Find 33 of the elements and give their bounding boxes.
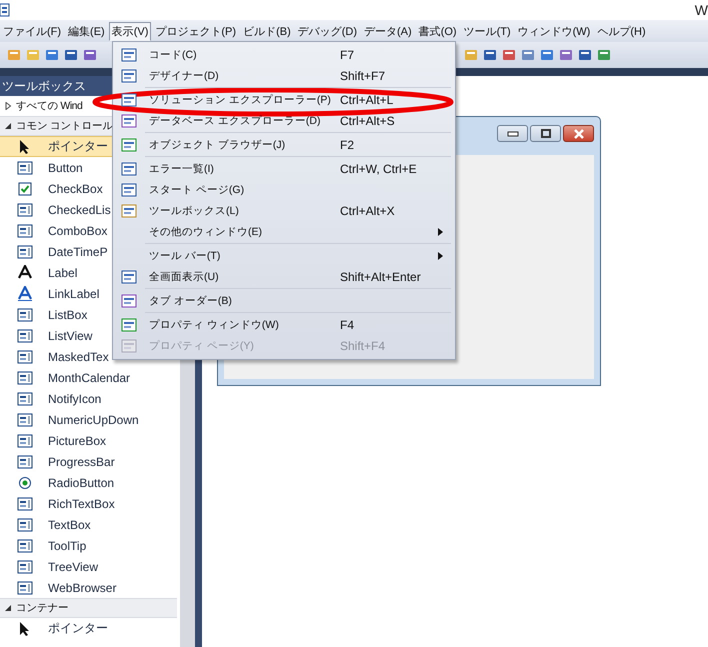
- menu-item[interactable]: エラー一覧(I) Ctrl+W, Ctrl+E: [115, 158, 453, 179]
- menu-bar-item[interactable]: データ(A): [361, 22, 415, 40]
- menu-item[interactable]: 全画面表示(U) Shift+Alt+Enter: [115, 266, 453, 287]
- toolbox-item[interactable]: TreeView: [0, 556, 180, 577]
- menu-bar-item[interactable]: ウィンドウ(W): [514, 22, 594, 40]
- menu-item[interactable]: スタート ページ(G): [115, 179, 453, 200]
- menu-bar-item[interactable]: プロジェクト(P): [152, 22, 240, 40]
- menu-item[interactable]: ツールボックス(L) Ctrl+Alt+X: [115, 200, 453, 221]
- toolbox-item[interactable]: NotifyIcon: [0, 388, 180, 409]
- toolbox-item[interactable]: WebBrowser: [0, 577, 180, 598]
- toolbox-group[interactable]: コンテナー: [0, 598, 177, 618]
- toolbox-item[interactable]: TextBox: [0, 514, 180, 535]
- toolbox-item[interactable]: ToolTip: [0, 535, 180, 556]
- menu-item[interactable]: タブ オーダー(B): [115, 290, 453, 311]
- toolbox-item[interactable]: ポインター: [0, 618, 180, 639]
- menu-bar-item[interactable]: 表示(V): [108, 22, 152, 40]
- toolbox-item[interactable]: RadioButton: [0, 472, 180, 493]
- menu-bar-item[interactable]: ファイル(F): [0, 22, 64, 40]
- toolbox-item[interactable]: PictureBox: [0, 430, 180, 451]
- menu-item[interactable]: その他のウィンドウ(E): [115, 221, 453, 242]
- menu-item[interactable]: ツール バー(T): [115, 245, 453, 266]
- toolbox-item[interactable]: RichTextBox: [0, 493, 180, 514]
- menu-bar-item[interactable]: 編集(E): [65, 22, 108, 40]
- toolbox-item[interactable]: MonthCalendar: [0, 367, 180, 388]
- menu-bar-item[interactable]: ヘルプ(H): [594, 22, 649, 40]
- window-title: W: [694, 2, 708, 18]
- menu-bar-item[interactable]: ツール(T): [460, 22, 514, 40]
- menu-bar-item[interactable]: 書式(O): [416, 22, 460, 40]
- toolbox-item[interactable]: NumericUpDown: [0, 409, 180, 430]
- toolbox-item[interactable]: ProgressBar: [0, 451, 180, 472]
- menu-bar-item[interactable]: ビルド(B): [240, 22, 294, 40]
- menu-bar-item[interactable]: デバッグ(D): [294, 22, 360, 40]
- menu-item[interactable]: プロパティ ウィンドウ(W) F4: [115, 314, 453, 335]
